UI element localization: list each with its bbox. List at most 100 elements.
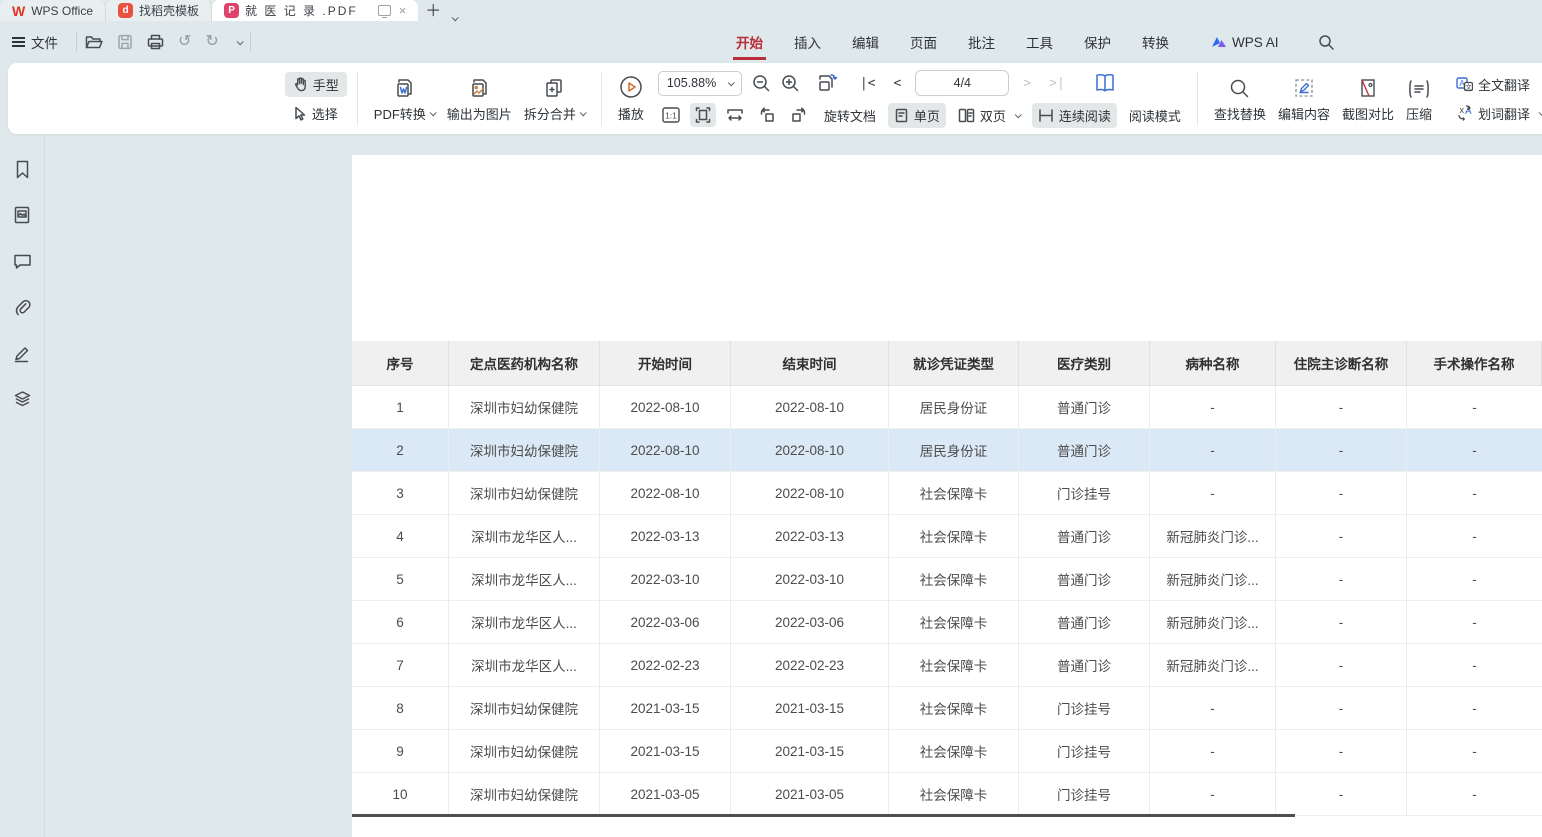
screenshot-compare-button[interactable]: 截图对比	[1336, 73, 1400, 125]
svg-text:x: x	[1459, 105, 1464, 115]
redo-icon[interactable]: ↻	[205, 34, 218, 50]
find-replace-button[interactable]: 查找替换	[1208, 73, 1272, 125]
medical-records-table: 序号 定点医药机构名称 开始时间 结束时间 就诊凭证类型 医疗类别 病种名称 住…	[352, 341, 1542, 816]
search-icon[interactable]	[1318, 34, 1335, 51]
replace-pages-icon[interactable]	[816, 71, 840, 95]
screenshot-compare-icon	[1357, 77, 1379, 99]
full-text-translate-button[interactable]: A 文 全文翻译	[1448, 72, 1542, 97]
table-cell: -	[1150, 386, 1276, 429]
open-file-icon[interactable]	[85, 34, 103, 50]
zoom-level-select[interactable]: 105.88%	[658, 71, 742, 96]
divider	[1197, 72, 1198, 126]
thumbnail-panel-icon[interactable]	[12, 205, 32, 225]
first-page-button[interactable]: |<	[856, 76, 880, 91]
find-replace-icon	[1229, 78, 1250, 99]
new-tab-button[interactable]: ＋	[418, 0, 448, 21]
compress-button[interactable]: 压缩	[1400, 73, 1438, 125]
read-mode-button[interactable]: 阅读模式	[1123, 103, 1187, 128]
col-header: 就诊凭证类型	[889, 341, 1019, 386]
split-merge-button[interactable]: 拆分合并	[518, 73, 591, 125]
double-page-view-button[interactable]: 双页	[952, 103, 1026, 128]
tab-wps-office[interactable]: W WPS Office	[0, 0, 106, 21]
signature-panel-icon[interactable]	[12, 343, 32, 363]
hamburger-icon	[12, 34, 25, 49]
menu-item-protect[interactable]: 保护	[1083, 26, 1112, 58]
table-cell: 普通门诊	[1019, 644, 1150, 687]
menu-item-tools[interactable]: 工具	[1025, 26, 1054, 58]
hand-tool-button[interactable]: 手型	[285, 72, 347, 97]
fit-page-icon	[694, 106, 712, 124]
next-page-button[interactable]: >	[1019, 76, 1035, 91]
rotate-right-icon	[790, 106, 808, 124]
tab-document-pdf[interactable]: P 就 医 记 录 .PDF ×	[212, 0, 418, 21]
rotate-left-icon	[758, 106, 776, 124]
word-translate-button[interactable]: x A 划词翻译	[1448, 101, 1542, 126]
file-menu-button[interactable]: 文件	[0, 32, 68, 52]
cast-screen-icon[interactable]	[378, 5, 391, 16]
wps-logo-icon: W	[12, 3, 25, 18]
split-merge-icon	[543, 77, 565, 99]
continuous-reading-button[interactable]: 连续阅读	[1032, 103, 1117, 128]
wps-ai-button[interactable]: WPS AI	[1211, 35, 1279, 50]
undo-icon[interactable]: ↺	[178, 34, 191, 50]
play-slideshow-button[interactable]: 播放	[612, 73, 650, 125]
pdf-file-icon: P	[224, 3, 239, 18]
fit-width-button[interactable]	[722, 103, 748, 127]
edit-content-button[interactable]: 编辑内容	[1272, 73, 1336, 125]
table-cell: 2022-03-06	[731, 601, 889, 644]
rotate-left-button[interactable]	[754, 103, 780, 127]
table-row: 7深圳市龙华区人...2022-02-232022-02-23社会保障卡普通门诊…	[352, 644, 1542, 687]
menu-item-page[interactable]: 页面	[909, 26, 938, 58]
table-cell: 2021-03-05	[731, 773, 889, 816]
col-header: 开始时间	[600, 341, 731, 386]
menu-item-convert[interactable]: 转换	[1141, 26, 1170, 58]
close-tab-icon[interactable]: ×	[399, 3, 407, 18]
col-header: 序号	[352, 341, 449, 386]
comment-panel-icon[interactable]	[12, 251, 32, 271]
actual-size-button[interactable]: 1:1	[658, 103, 684, 127]
page-number-input[interactable]: 4/4	[915, 70, 1009, 96]
rotate-right-button[interactable]	[786, 103, 812, 127]
menu-item-home[interactable]: 开始	[735, 26, 764, 58]
save-icon[interactable]	[117, 34, 133, 50]
table-cell: -	[1276, 472, 1407, 515]
full-translate-label: 全文翻译	[1478, 75, 1530, 94]
rotate-document-button[interactable]: 旋转文档	[818, 103, 882, 128]
single-page-view-button[interactable]: 单页	[888, 103, 946, 128]
pdf-convert-button[interactable]: PDF转换	[368, 73, 441, 125]
document-canvas: 序号 定点医药机构名称 开始时间 结束时间 就诊凭证类型 医疗类别 病种名称 住…	[0, 137, 1542, 837]
attachment-panel-icon[interactable]	[12, 297, 32, 317]
quick-access-chevron-icon[interactable]	[236, 38, 243, 45]
tab-docer-templates[interactable]: d 找稻壳模板	[106, 0, 212, 21]
play-icon	[619, 75, 643, 99]
hand-icon	[293, 77, 308, 92]
table-cell: 社会保障卡	[889, 601, 1019, 644]
wps-ai-icon	[1211, 35, 1227, 49]
layers-panel-icon[interactable]	[12, 389, 32, 409]
menu-item-annotate[interactable]: 批注	[967, 26, 996, 58]
fit-page-button[interactable]	[690, 103, 716, 127]
bookmark-icon[interactable]	[12, 159, 32, 179]
table-cell: 深圳市龙华区人...	[449, 515, 600, 558]
export-as-image-button[interactable]: 输出为图片	[441, 73, 518, 125]
ribbon-toolbar: 手型 选择 PDF转换 输出为图片 拆分合并 播放 105.8	[8, 63, 1542, 134]
side-panel-rail	[0, 137, 45, 837]
col-header: 病种名称	[1150, 341, 1276, 386]
table-cell: 2021-03-15	[600, 687, 731, 730]
table-cell: 门诊挂号	[1019, 773, 1150, 816]
print-icon[interactable]	[147, 34, 164, 50]
table-cell: 4	[352, 515, 449, 558]
read-mode-book-icon[interactable]	[1093, 73, 1117, 94]
col-header: 结束时间	[731, 341, 889, 386]
table-body: 1深圳市妇幼保健院2022-08-102022-08-10居民身份证普通门诊--…	[352, 386, 1542, 816]
select-tool-button[interactable]: 选择	[285, 101, 347, 126]
prev-page-button[interactable]: <	[890, 76, 906, 91]
last-page-button[interactable]: >|	[1045, 76, 1069, 91]
table-cell: 新冠肺炎门诊...	[1150, 644, 1276, 687]
zoom-out-icon[interactable]	[752, 74, 771, 93]
menu-item-insert[interactable]: 插入	[793, 26, 822, 58]
zoom-in-icon[interactable]	[781, 74, 800, 93]
table-cell: -	[1276, 601, 1407, 644]
table-cell: 深圳市妇幼保健院	[449, 773, 600, 816]
menu-item-edit[interactable]: 编辑	[851, 26, 880, 58]
